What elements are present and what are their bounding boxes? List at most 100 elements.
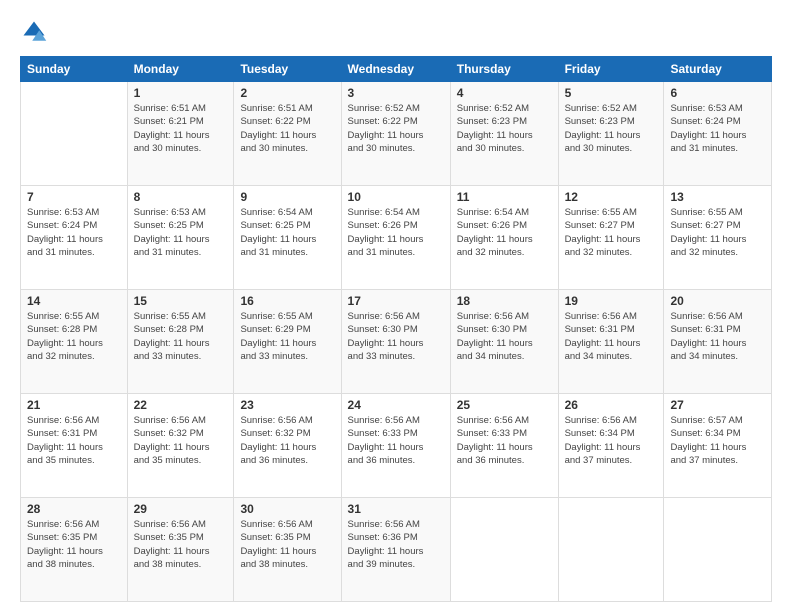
day-number: 7 — [27, 190, 121, 204]
day-info: Sunrise: 6:56 AM Sunset: 6:31 PM Dayligh… — [670, 310, 765, 363]
day-number: 29 — [134, 502, 228, 516]
logo — [20, 18, 52, 46]
day-cell: 27 Sunrise: 6:57 AM Sunset: 6:34 PM Dayli… — [664, 394, 772, 498]
day-cell — [21, 82, 128, 186]
day-number: 18 — [457, 294, 552, 308]
day-number: 5 — [565, 86, 658, 100]
header — [20, 18, 772, 46]
calendar-table: SundayMondayTuesdayWednesdayThursdayFrid… — [20, 56, 772, 602]
day-info: Sunrise: 6:55 AM Sunset: 6:27 PM Dayligh… — [670, 206, 765, 259]
day-number: 17 — [348, 294, 444, 308]
day-cell — [558, 498, 664, 602]
day-number: 11 — [457, 190, 552, 204]
day-number: 10 — [348, 190, 444, 204]
day-info: Sunrise: 6:52 AM Sunset: 6:22 PM Dayligh… — [348, 102, 444, 155]
day-info: Sunrise: 6:54 AM Sunset: 6:25 PM Dayligh… — [240, 206, 334, 259]
day-cell: 4Sunrise: 6:52 AM Sunset: 6:23 PM Daylig… — [450, 82, 558, 186]
day-cell — [664, 498, 772, 602]
header-cell-tuesday: Tuesday — [234, 57, 341, 82]
day-info: Sunrise: 6:56 AM Sunset: 6:32 PM Dayligh… — [240, 414, 334, 467]
day-cell: 6 Sunrise: 6:53 AM Sunset: 6:24 PM Daylig… — [664, 82, 772, 186]
day-cell: 13 Sunrise: 6:55 AM Sunset: 6:27 PM Dayli… — [664, 186, 772, 290]
day-info: Sunrise: 6:51 AM Sunset: 6:22 PM Dayligh… — [240, 102, 334, 155]
week-row-4: 21 Sunrise: 6:56 AM Sunset: 6:31 PM Dayli… — [21, 394, 772, 498]
header-cell-friday: Friday — [558, 57, 664, 82]
day-cell: 11 Sunrise: 6:54 AM Sunset: 6:26 PM Dayli… — [450, 186, 558, 290]
day-info: Sunrise: 6:51 AM Sunset: 6:21 PM Dayligh… — [134, 102, 228, 155]
day-number: 31 — [348, 502, 444, 516]
day-number: 20 — [670, 294, 765, 308]
day-cell: 8Sunrise: 6:53 AM Sunset: 6:25 PM Daylig… — [127, 186, 234, 290]
day-info: Sunrise: 6:56 AM Sunset: 6:33 PM Dayligh… — [457, 414, 552, 467]
day-info: Sunrise: 6:55 AM Sunset: 6:28 PM Dayligh… — [134, 310, 228, 363]
day-number: 6 — [670, 86, 765, 100]
day-cell: 2 Sunrise: 6:51 AM Sunset: 6:22 PM Daylig… — [234, 82, 341, 186]
day-number: 16 — [240, 294, 334, 308]
week-row-1: 1 Sunrise: 6:51 AM Sunset: 6:21 PM Daylig… — [21, 82, 772, 186]
day-number: 9 — [240, 190, 334, 204]
day-info: Sunrise: 6:56 AM Sunset: 6:30 PM Dayligh… — [348, 310, 444, 363]
day-info: Sunrise: 6:56 AM Sunset: 6:31 PM Dayligh… — [27, 414, 121, 467]
day-number: 23 — [240, 398, 334, 412]
day-cell: 25 Sunrise: 6:56 AM Sunset: 6:33 PM Dayli… — [450, 394, 558, 498]
day-info: Sunrise: 6:56 AM Sunset: 6:30 PM Dayligh… — [457, 310, 552, 363]
logo-icon — [20, 18, 48, 46]
day-cell: 31 Sunrise: 6:56 AM Sunset: 6:36 PM Dayli… — [341, 498, 450, 602]
day-info: Sunrise: 6:56 AM Sunset: 6:31 PM Dayligh… — [565, 310, 658, 363]
day-info: Sunrise: 6:53 AM Sunset: 6:24 PM Dayligh… — [670, 102, 765, 155]
day-info: Sunrise: 6:53 AM Sunset: 6:24 PM Dayligh… — [27, 206, 121, 259]
day-info: Sunrise: 6:52 AM Sunset: 6:23 PM Dayligh… — [457, 102, 552, 155]
header-cell-thursday: Thursday — [450, 57, 558, 82]
day-info: Sunrise: 6:54 AM Sunset: 6:26 PM Dayligh… — [348, 206, 444, 259]
day-cell: 3 Sunrise: 6:52 AM Sunset: 6:22 PM Daylig… — [341, 82, 450, 186]
page: SundayMondayTuesdayWednesdayThursdayFrid… — [0, 0, 792, 612]
day-cell: 9 Sunrise: 6:54 AM Sunset: 6:25 PM Daylig… — [234, 186, 341, 290]
day-cell: 17 Sunrise: 6:56 AM Sunset: 6:30 PM Dayli… — [341, 290, 450, 394]
day-number: 13 — [670, 190, 765, 204]
day-cell: 5 Sunrise: 6:52 AM Sunset: 6:23 PM Daylig… — [558, 82, 664, 186]
day-number: 14 — [27, 294, 121, 308]
day-info: Sunrise: 6:53 AM Sunset: 6:25 PM Dayligh… — [134, 206, 228, 259]
day-cell: 16 Sunrise: 6:55 AM Sunset: 6:29 PM Dayli… — [234, 290, 341, 394]
day-cell: 23 Sunrise: 6:56 AM Sunset: 6:32 PM Dayli… — [234, 394, 341, 498]
day-info: Sunrise: 6:56 AM Sunset: 6:35 PM Dayligh… — [240, 518, 334, 571]
day-number: 22 — [134, 398, 228, 412]
day-info: Sunrise: 6:56 AM Sunset: 6:36 PM Dayligh… — [348, 518, 444, 571]
day-info: Sunrise: 6:56 AM Sunset: 6:34 PM Dayligh… — [565, 414, 658, 467]
day-number: 24 — [348, 398, 444, 412]
day-number: 2 — [240, 86, 334, 100]
day-number: 19 — [565, 294, 658, 308]
day-cell — [450, 498, 558, 602]
day-cell: 10 Sunrise: 6:54 AM Sunset: 6:26 PM Dayli… — [341, 186, 450, 290]
day-number: 3 — [348, 86, 444, 100]
day-number: 1 — [134, 86, 228, 100]
day-cell: 14Sunrise: 6:55 AM Sunset: 6:28 PM Dayli… — [21, 290, 128, 394]
day-cell: 20 Sunrise: 6:56 AM Sunset: 6:31 PM Dayli… — [664, 290, 772, 394]
week-row-3: 14 Sunrise: 6:55 AM Sunset: 6:28 PM Dayli… — [21, 290, 772, 394]
day-info: Sunrise: 6:56 AM Sunset: 6:35 PM Dayligh… — [27, 518, 121, 571]
day-cell: 24Sunrise: 6:56 AM Sunset: 6:33 PM Dayli… — [341, 394, 450, 498]
day-cell: 18 Sunrise: 6:56 AM Sunset: 6:30 PM Dayli… — [450, 290, 558, 394]
day-number: 15 — [134, 294, 228, 308]
day-cell: 7 Sunrise: 6:53 AM Sunset: 6:24 PM Daylig… — [21, 186, 128, 290]
day-cell: 19 Sunrise: 6:56 AM Sunset: 6:31 PM Dayli… — [558, 290, 664, 394]
day-info: Sunrise: 6:52 AM Sunset: 6:23 PM Dayligh… — [565, 102, 658, 155]
day-info: Sunrise: 6:57 AM Sunset: 6:34 PM Dayligh… — [670, 414, 765, 467]
header-cell-monday: Monday — [127, 57, 234, 82]
day-number: 12 — [565, 190, 658, 204]
day-info: Sunrise: 6:54 AM Sunset: 6:26 PM Dayligh… — [457, 206, 552, 259]
day-cell: 1 Sunrise: 6:51 AM Sunset: 6:21 PM Daylig… — [127, 82, 234, 186]
header-cell-wednesday: Wednesday — [341, 57, 450, 82]
day-number: 30 — [240, 502, 334, 516]
day-number: 27 — [670, 398, 765, 412]
day-cell: 12Sunrise: 6:55 AM Sunset: 6:27 PM Dayli… — [558, 186, 664, 290]
day-info: Sunrise: 6:55 AM Sunset: 6:29 PM Dayligh… — [240, 310, 334, 363]
day-number: 21 — [27, 398, 121, 412]
week-row-2: 7 Sunrise: 6:53 AM Sunset: 6:24 PM Daylig… — [21, 186, 772, 290]
day-cell: 30 Sunrise: 6:56 AM Sunset: 6:35 PM Dayli… — [234, 498, 341, 602]
day-cell: 22Sunrise: 6:56 AM Sunset: 6:32 PM Dayli… — [127, 394, 234, 498]
header-cell-saturday: Saturday — [664, 57, 772, 82]
calendar-body: 1 Sunrise: 6:51 AM Sunset: 6:21 PM Daylig… — [21, 82, 772, 602]
header-cell-sunday: Sunday — [21, 57, 128, 82]
day-number: 25 — [457, 398, 552, 412]
